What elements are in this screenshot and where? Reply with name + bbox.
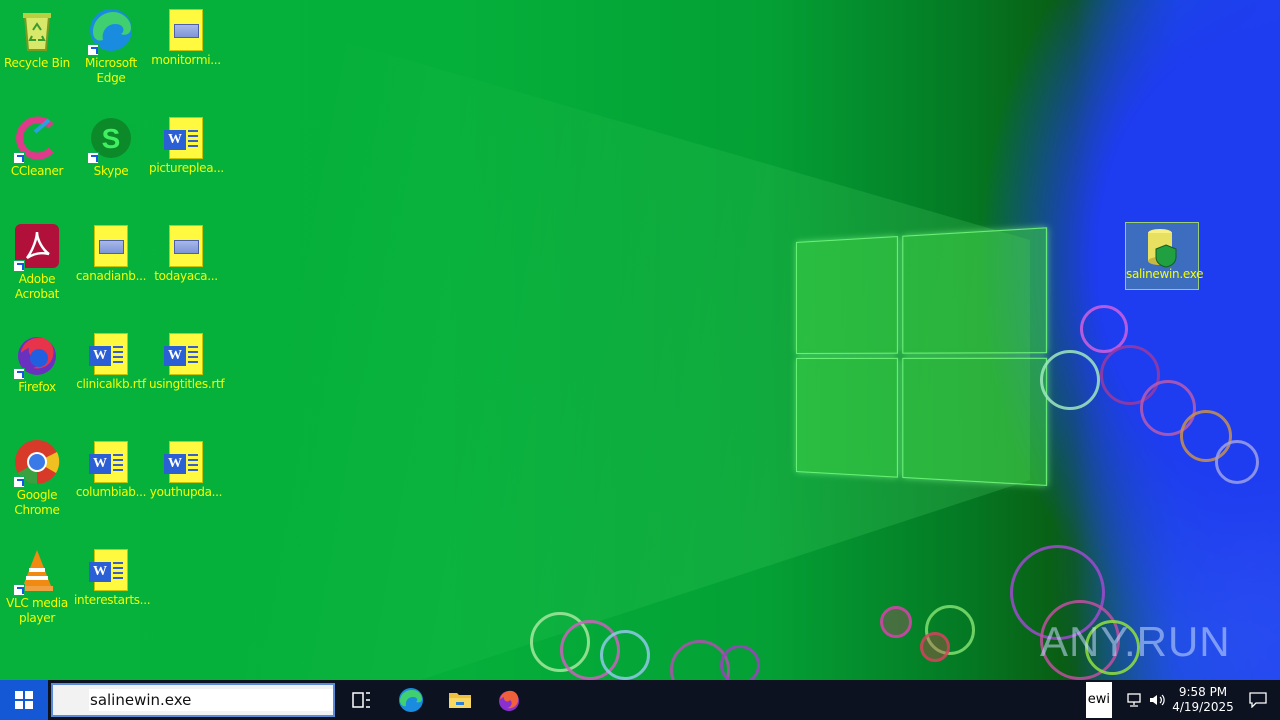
icon-label: interestarts... (74, 593, 151, 607)
svg-text:S: S (102, 123, 121, 154)
icon-label: clinicalkb.rtf (76, 377, 146, 391)
start-button[interactable] (0, 680, 48, 720)
word-document-icon: W (164, 333, 203, 375)
icon-label: Skype (93, 164, 129, 178)
desktop-icon-columbiab[interactable]: W columbiab... (74, 438, 148, 500)
icon-label: Google Chrome (14, 488, 60, 517)
task-view-icon (351, 692, 370, 708)
recycle-bin-icon (13, 6, 61, 54)
icon-label: canadianb... (75, 269, 147, 283)
image-file-icon (169, 9, 203, 51)
image-file-icon (169, 225, 203, 267)
network-icon[interactable] (1122, 680, 1146, 720)
folder-icon (448, 693, 471, 708)
acrobat-icon (13, 222, 61, 272)
firefox-icon (13, 330, 61, 380)
action-center-button[interactable] (1236, 680, 1280, 720)
taskbar: salinewin.exe ewi 9:58 PM 4/19/2025 (0, 680, 1280, 720)
chrome-icon (13, 438, 61, 488)
desktop-icon-recycle-bin[interactable]: Recycle Bin (0, 6, 74, 71)
desktop-icon-clinicalkb[interactable]: W clinicalkb.rtf (74, 330, 148, 392)
icon-label: usingtitles.rtf (149, 377, 225, 391)
desktop-icon-interestarts[interactable]: W interestarts... (74, 546, 151, 608)
volume-icon[interactable] (1146, 680, 1170, 720)
icon-label: VLC media player (6, 596, 68, 625)
icon-label: CCleaner (10, 164, 64, 178)
desktop-icon-todayaca[interactable]: todayaca... (149, 222, 223, 284)
desktop-icon-ccleaner[interactable]: CCleaner (0, 114, 74, 179)
word-document-icon: W (89, 333, 128, 375)
edge-icon (87, 6, 135, 56)
ccleaner-icon (13, 114, 61, 164)
word-document-icon: W (164, 117, 203, 159)
skype-icon: S (87, 114, 135, 164)
desktop-icon-picturepleа[interactable]: W pictureplea... (149, 114, 224, 176)
icon-label: youthupda... (149, 485, 223, 499)
icon-label: Adobe Acrobat (14, 272, 60, 301)
clock-date: 4/19/2025 (1172, 700, 1234, 714)
icon-label: monitormi... (151, 53, 221, 67)
desktop: Recycle Bin CCleaner Adobe Acrobat Firef… (0, 0, 1280, 680)
icon-label: Firefox (18, 380, 56, 394)
windows-logo-wallpaper (796, 227, 1050, 493)
desktop-icon-canadianb[interactable]: canadianb... (74, 222, 148, 284)
desktop-icon-salinewin-exe[interactable]: salinewin.exe (1125, 222, 1204, 290)
watermark: ANY.RUN (1040, 618, 1231, 665)
icon-label: columbiab... (75, 485, 147, 499)
taskbar-search-box[interactable]: salinewin.exe (51, 683, 335, 717)
desktop-icon-usingtitles[interactable]: W usingtitles.rtf (149, 330, 225, 392)
taskbar-firefox-button[interactable] (484, 680, 533, 720)
search-input[interactable]: salinewin.exe (89, 689, 333, 711)
icon-label: Recycle Bin (4, 56, 70, 70)
task-view-button[interactable] (337, 680, 386, 720)
desktop-icon-skype[interactable]: S Skype (74, 114, 148, 179)
taskbar-clock[interactable]: 9:58 PM 4/19/2025 (1170, 685, 1236, 715)
desktop-icon-youthupda[interactable]: W youthupda... (149, 438, 223, 500)
icon-label: pictureplea... (149, 161, 224, 175)
vlc-icon (13, 546, 61, 596)
word-document-icon: W (164, 441, 203, 483)
desktop-icon-adobe-acrobat[interactable]: Adobe Acrobat (0, 222, 74, 302)
notification-icon (1249, 692, 1267, 708)
taskbar-edge-button[interactable] (386, 680, 435, 720)
desktop-icon-google-chrome[interactable]: Google Chrome (0, 438, 74, 518)
salinewin-exe-icon (1138, 223, 1186, 271)
word-document-icon: W (89, 549, 128, 591)
firefox-icon (498, 690, 519, 711)
icon-label: Microsoft Edge (85, 56, 137, 85)
word-document-icon: W (89, 441, 128, 483)
icon-label: todayaca... (154, 269, 218, 283)
clock-time: 9:58 PM (1178, 685, 1228, 699)
desktop-icon-firefox[interactable]: Firefox (0, 330, 74, 395)
taskbar-file-explorer-button[interactable] (435, 680, 484, 720)
system-tray: ewi 9:58 PM 4/19/2025 (1085, 680, 1280, 720)
desktop-icon-microsoft-edge[interactable]: Microsoft Edge (74, 6, 148, 86)
image-file-icon (94, 225, 128, 267)
desktop-icon-monitormi[interactable]: monitormi... (149, 6, 223, 68)
desktop-icon-vlc[interactable]: VLC media player (0, 546, 74, 626)
tray-label-fragment: ewi (1085, 682, 1112, 718)
edge-icon (398, 688, 423, 712)
windows-start-icon (15, 691, 33, 709)
